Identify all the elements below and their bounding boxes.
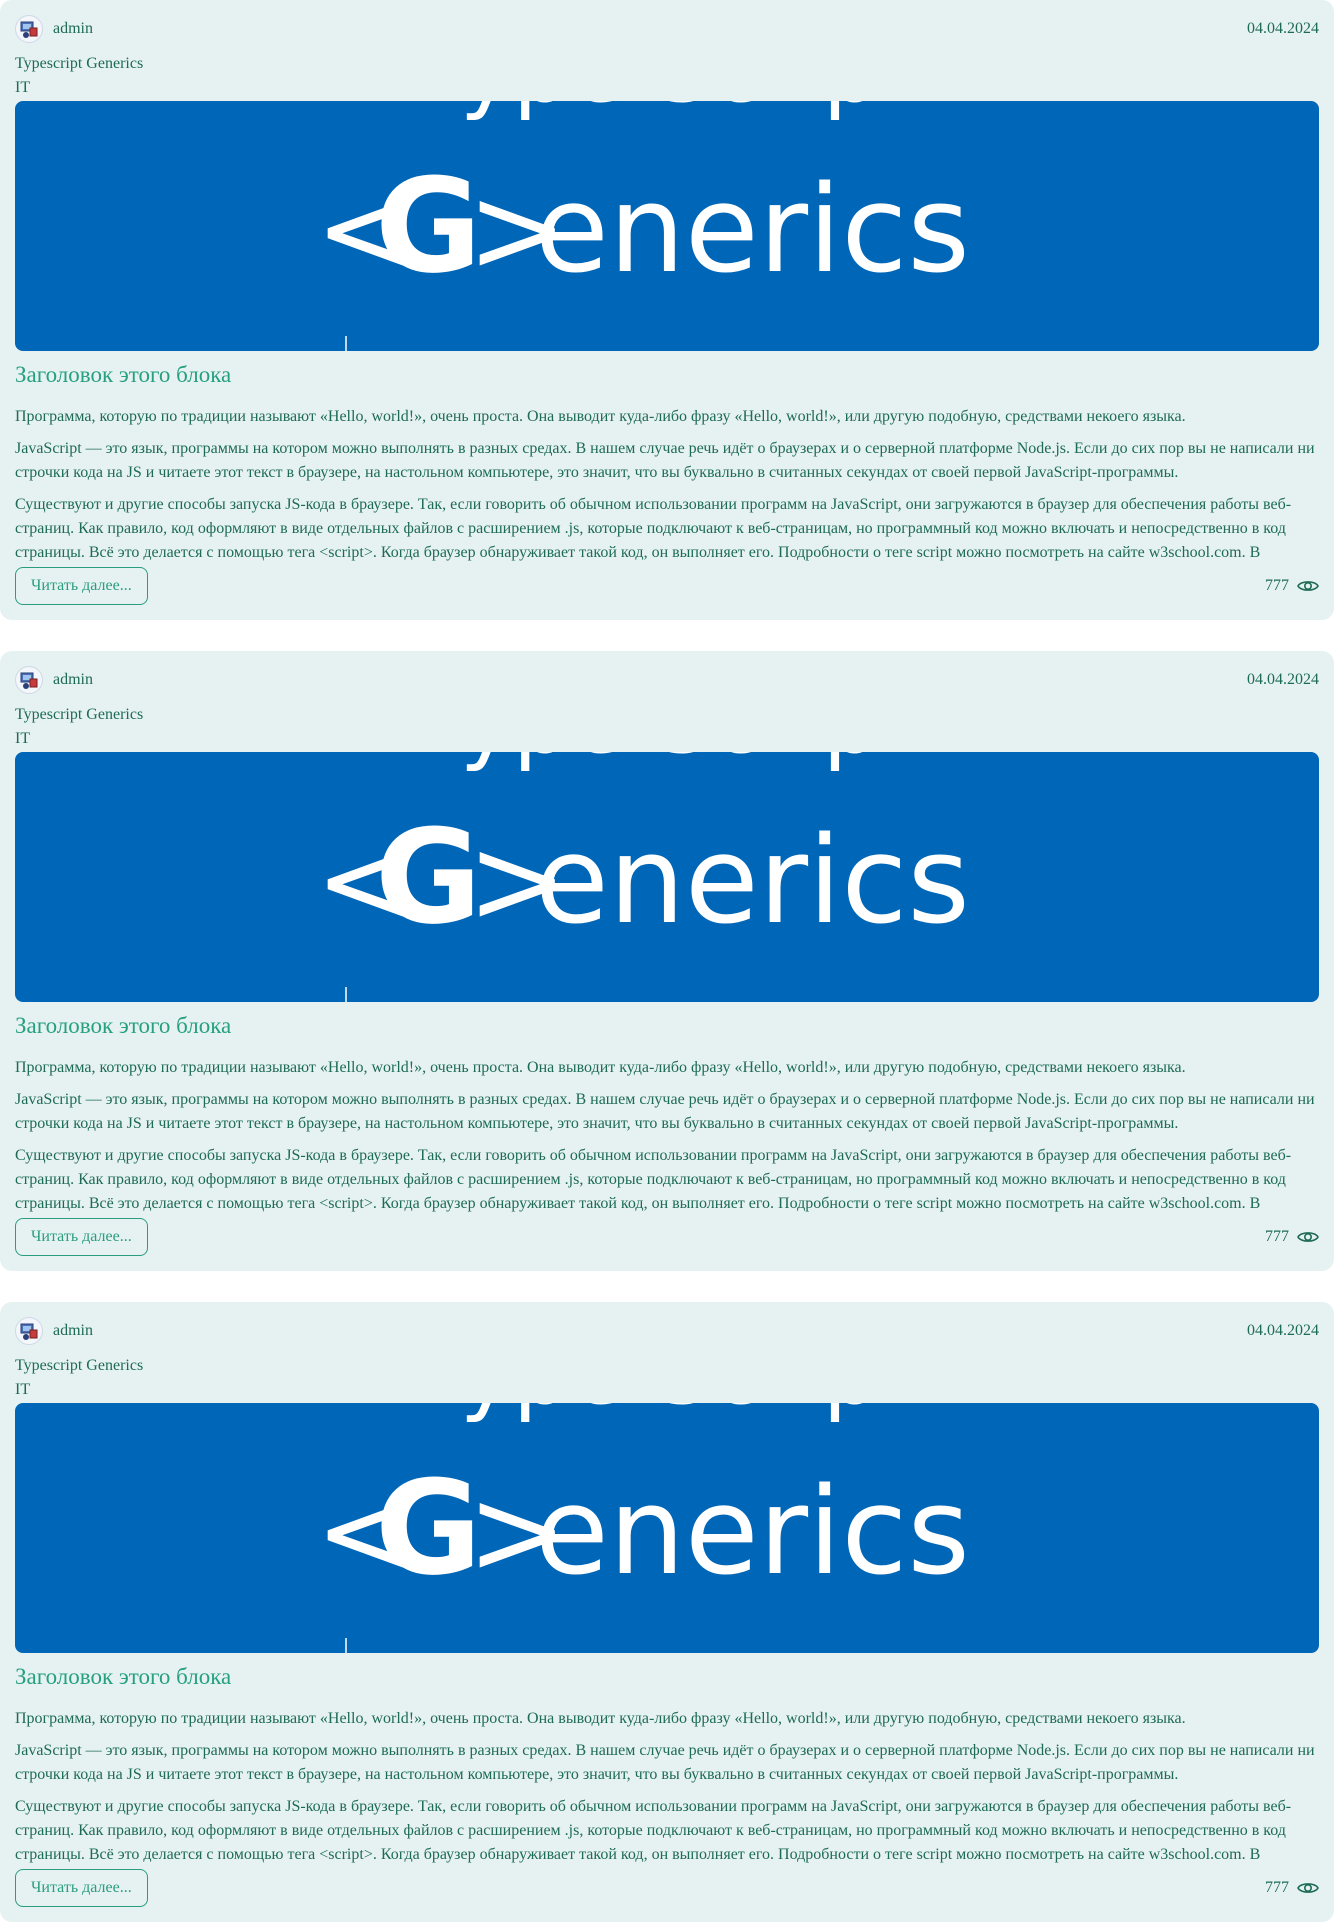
eye-icon (1297, 578, 1319, 594)
post-banner-image: Type Script < G > enerics (15, 1403, 1319, 1653)
post-paragraph: JavaScript — это язык, программы на кото… (15, 440, 1315, 481)
post-meta: admin 04.04.2024 (15, 14, 1319, 44)
post-paragraph: Программа, которую по традиции называют … (15, 1059, 1186, 1076)
views-count: 777 (1265, 577, 1289, 594)
post-card: admin 04.04.2024 Typescript Generics IT … (0, 1302, 1334, 1922)
post-title[interactable]: Заголовок этого блока (15, 1011, 231, 1041)
post-paragraph: JavaScript — это язык, программы на кото… (15, 1091, 1315, 1132)
post-card: admin 04.04.2024 Typescript Generics IT … (0, 651, 1334, 1271)
post-paragraph: Существуют и другие способы запуска JS-к… (15, 1147, 1292, 1212)
post-paragraph: Существуют и другие способы запуска JS-к… (15, 1798, 1292, 1863)
post-title[interactable]: Заголовок этого блока (15, 1662, 231, 1692)
read-more-button[interactable]: Читать далее... (15, 1218, 148, 1256)
post-meta: admin 04.04.2024 (15, 1316, 1319, 1346)
post-date: 04.04.2024 (1247, 1322, 1319, 1339)
post-excerpt: Программа, которую по традиции называют … (15, 1056, 1319, 1213)
views-count: 777 (1265, 1228, 1289, 1245)
user-avatar-icon[interactable] (15, 15, 43, 43)
post-tag[interactable]: Typescript Generics (15, 54, 143, 74)
eye-icon (1297, 1880, 1319, 1896)
banner-top-text: Type Script (418, 752, 915, 774)
post-tag[interactable]: Typescript Generics (15, 1356, 143, 1376)
views-count: 777 (1265, 1879, 1289, 1896)
post-paragraph: Программа, которую по традиции называют … (15, 1710, 1186, 1727)
banner-top-text: Type Script (418, 101, 915, 123)
post-excerpt: Программа, которую по традиции называют … (15, 1707, 1319, 1864)
banner-main-rest: enerics (535, 161, 970, 300)
author-name[interactable]: admin (53, 1322, 93, 1340)
eye-icon (1297, 1229, 1319, 1245)
views-counter: 777 (1265, 1876, 1319, 1900)
post-paragraph: Программа, которую по традиции называют … (15, 408, 1186, 425)
post-meta: admin 04.04.2024 (15, 665, 1319, 695)
post-tag[interactable]: Typescript Generics (15, 705, 143, 725)
post-card: admin 04.04.2024 Typescript Generics IT … (0, 0, 1334, 620)
post-category[interactable]: IT (15, 729, 30, 749)
post-category[interactable]: IT (15, 1380, 30, 1400)
post-banner-image: Type Script < G > enerics (15, 101, 1319, 351)
banner-main-g: G (375, 801, 482, 953)
user-avatar-icon[interactable] (15, 666, 43, 694)
banner-main-rest: enerics (535, 812, 970, 951)
views-counter: 777 (1265, 574, 1319, 598)
banner-main-g: G (375, 150, 482, 302)
post-date: 04.04.2024 (1247, 671, 1319, 688)
read-more-button[interactable]: Читать далее... (15, 1869, 148, 1907)
banner-main-rest: enerics (535, 1463, 970, 1602)
views-counter: 777 (1265, 1225, 1319, 1249)
user-avatar-icon[interactable] (15, 1317, 43, 1345)
post-excerpt: Программа, которую по традиции называют … (15, 405, 1319, 562)
post-date: 04.04.2024 (1247, 20, 1319, 37)
author-name[interactable]: admin (53, 20, 93, 38)
post-paragraph: JavaScript — это язык, программы на кото… (15, 1742, 1315, 1783)
author-name[interactable]: admin (53, 671, 93, 689)
banner-top-text: Type Script (418, 1403, 915, 1425)
post-category[interactable]: IT (15, 78, 30, 98)
post-banner-image: Type Script < G > enerics (15, 752, 1319, 1002)
read-more-button[interactable]: Читать далее... (15, 567, 148, 605)
banner-main-g: G (375, 1452, 482, 1604)
post-paragraph: Существуют и другие способы запуска JS-к… (15, 496, 1292, 561)
post-title[interactable]: Заголовок этого блока (15, 360, 231, 390)
